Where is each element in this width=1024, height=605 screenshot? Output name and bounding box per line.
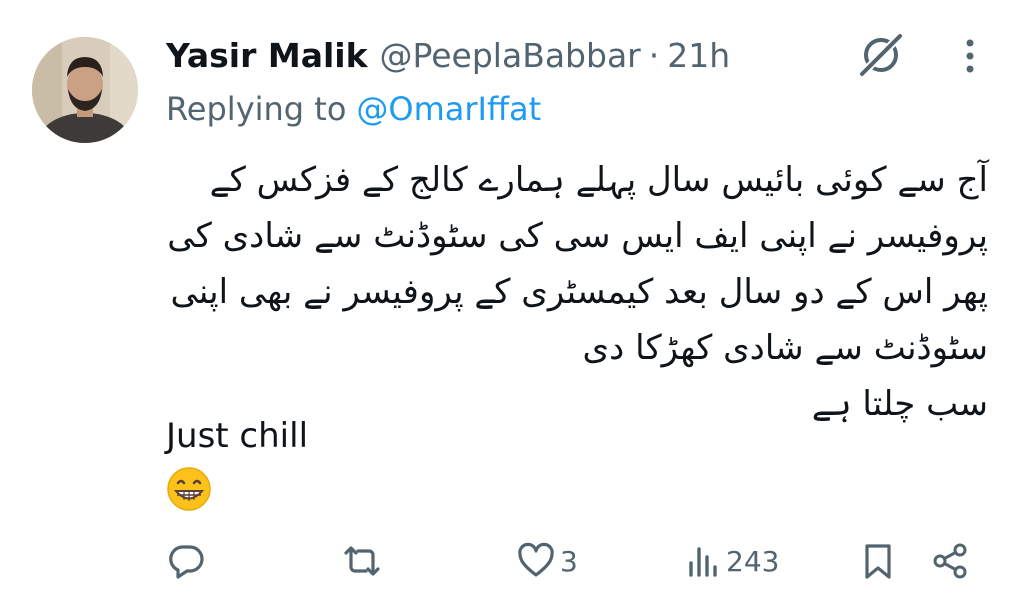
tweet-header: Yasir Malik @PeeplaBabbar · 21h bbox=[166, 30, 730, 80]
bookmark-button[interactable] bbox=[860, 536, 896, 586]
grinning-face-emoji-icon bbox=[166, 466, 212, 512]
views-count: 243 bbox=[726, 544, 780, 578]
tweet-body-urdu: آج سے کوئی بائیس سال پہلے ہمارے کالج کے … bbox=[167, 152, 988, 432]
replying-to: Replying to @OmarIffat bbox=[166, 86, 541, 132]
heart-icon bbox=[518, 542, 554, 577]
share-button[interactable] bbox=[930, 536, 970, 586]
urdu-line: پروفیسر نے اپنی ایف ایس سی کی سٹوڈنٹ سے … bbox=[167, 216, 988, 256]
like-count: 3 bbox=[560, 544, 578, 578]
separator-dot: · bbox=[648, 35, 660, 75]
reply-button[interactable] bbox=[166, 536, 206, 586]
tweet-actions-bar: 3 243 bbox=[0, 536, 1024, 586]
like-button[interactable]: 3 bbox=[516, 536, 578, 586]
more-options-icon[interactable] bbox=[956, 36, 984, 76]
replying-mention-link[interactable]: @OmarIffat bbox=[356, 90, 541, 128]
author-handle[interactable]: @PeeplaBabbar bbox=[380, 36, 641, 75]
urdu-line: آج سے کوئی بائیس سال پہلے ہمارے کالج کے … bbox=[209, 160, 988, 200]
reply-icon bbox=[169, 545, 204, 579]
urdu-line: سٹوڈنٹ سے شادی کھڑکا دی bbox=[582, 328, 988, 368]
replying-prefix: Replying to bbox=[166, 90, 347, 128]
views-icon bbox=[689, 547, 717, 577]
retweet-icon bbox=[344, 546, 380, 576]
share-icon bbox=[933, 543, 967, 579]
author-name[interactable]: Yasir Malik bbox=[166, 36, 368, 75]
avatar[interactable] bbox=[32, 37, 138, 143]
views-button[interactable]: 243 bbox=[686, 536, 779, 586]
grok-icon[interactable] bbox=[856, 32, 906, 79]
retweet-button[interactable] bbox=[340, 536, 384, 586]
timestamp[interactable]: 21h bbox=[667, 36, 730, 75]
tweet-body-english: Just chill bbox=[166, 416, 309, 456]
bookmark-icon bbox=[865, 544, 891, 579]
urdu-line: پھر اس کے دو سال بعد کیمسٹری کے پروفیسر … bbox=[170, 272, 988, 312]
